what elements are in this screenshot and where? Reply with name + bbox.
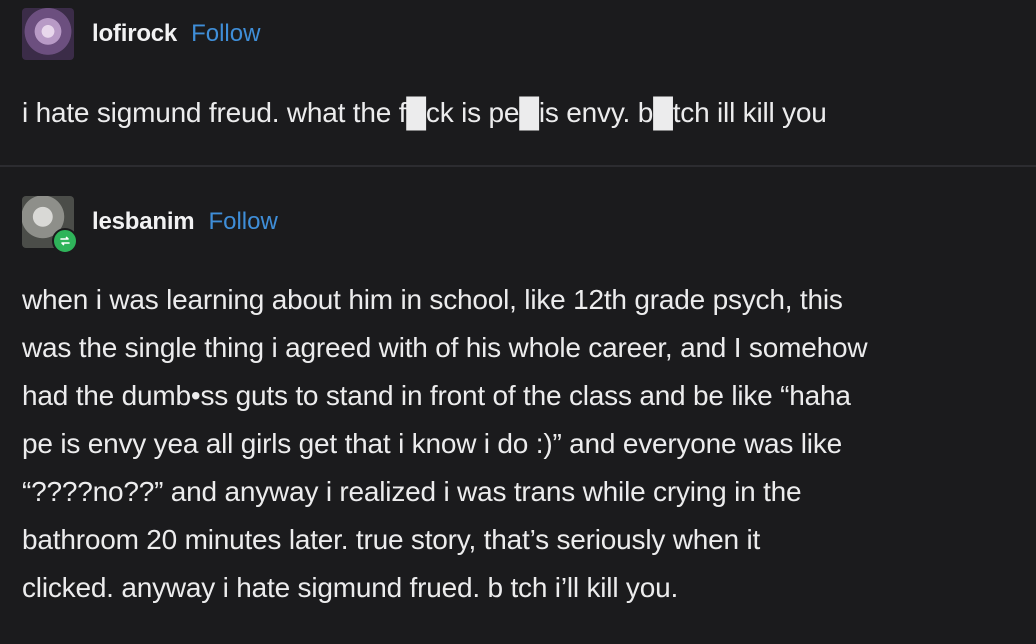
post-text-line: when i was learning about him in school,…	[22, 284, 843, 315]
user-avatar-icon[interactable]	[22, 196, 78, 254]
post-feed: lofirock Follow i hate sigmund freud. wh…	[0, 0, 1036, 644]
username[interactable]: lofirock	[92, 20, 177, 48]
username[interactable]: lesbanim	[92, 208, 195, 236]
user-avatar-icon[interactable]	[22, 8, 74, 60]
post-body: i hate sigmund freud. what the f█ck is p…	[22, 89, 1012, 137]
post-text-line: “????no??” and anyway i realized i was t…	[22, 476, 802, 507]
post-text-line: clicked. anyway i hate sigmund frued. b …	[22, 572, 679, 603]
reblog-icon	[52, 228, 78, 254]
post-lofirock: lofirock Follow i hate sigmund freud. wh…	[0, 0, 1036, 166]
post-body: when i was learning about him in school,…	[22, 276, 1012, 612]
post-header: lesbanim Follow	[22, 196, 278, 254]
post-text-line: pe is envy yea all girls get that i know…	[22, 428, 842, 459]
post-divider	[0, 165, 1036, 167]
post-text-line: was the single thing i agreed with of hi…	[22, 332, 868, 363]
post-lesbanim: lesbanim Follow when i was learning abou…	[0, 168, 1036, 644]
post-header: lofirock Follow	[22, 8, 260, 60]
follow-button[interactable]: Follow	[191, 20, 260, 48]
post-text-line: i hate sigmund freud. what the f█ck is p…	[22, 97, 827, 128]
post-text-line: had the dumb•ss guts to stand in front o…	[22, 380, 851, 411]
follow-button[interactable]: Follow	[208, 208, 277, 236]
post-text-line: bathroom 20 minutes later. true story, t…	[22, 524, 761, 555]
